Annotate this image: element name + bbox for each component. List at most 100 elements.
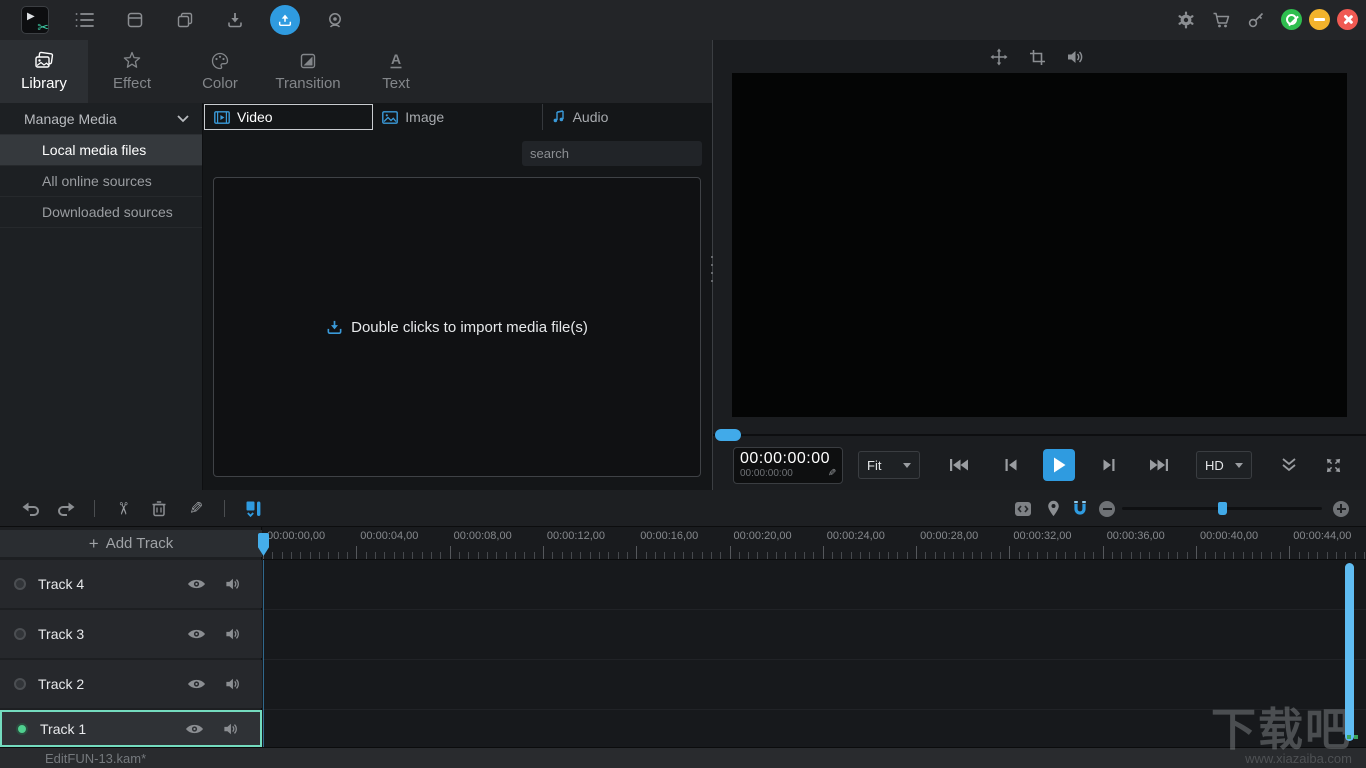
add-track-button[interactable]: + Add Track xyxy=(0,530,262,557)
undo-button[interactable] xyxy=(18,490,44,527)
track-radio[interactable] xyxy=(16,723,28,735)
track-mute-button[interactable] xyxy=(220,672,244,696)
track-row-4[interactable]: Track 4 xyxy=(0,560,262,608)
export-button[interactable] xyxy=(268,0,302,40)
tab-color[interactable]: Color xyxy=(176,40,264,103)
undo-icon xyxy=(22,501,40,517)
maximize-button[interactable] xyxy=(1281,9,1302,30)
ruler-tick xyxy=(991,552,992,559)
zoom-out-button[interactable] xyxy=(1094,490,1120,527)
snap-button[interactable] xyxy=(1067,490,1093,527)
transition-icon xyxy=(297,51,319,71)
ruler-tick xyxy=(1261,552,1262,559)
tab-transition[interactable]: Transition xyxy=(264,40,352,103)
track-row-3[interactable]: Track 3 xyxy=(0,610,262,658)
next-frame-button[interactable] xyxy=(1095,451,1123,479)
seek-bar[interactable] xyxy=(713,434,1366,436)
menu-button[interactable] xyxy=(68,0,102,40)
tab-audio[interactable]: Audio xyxy=(543,104,712,130)
play-button[interactable] xyxy=(1043,449,1075,481)
skip-end-button[interactable] xyxy=(1145,451,1173,479)
tab-library[interactable]: Library xyxy=(0,40,88,103)
marker-button[interactable] xyxy=(1040,490,1066,527)
edit-timecode-icon[interactable]: ✎ xyxy=(828,468,836,479)
ruler-tick xyxy=(552,552,553,559)
ruler-tick xyxy=(739,552,740,559)
import-dropzone[interactable]: Double clicks to import media file(s) xyxy=(213,177,701,477)
store-button[interactable] xyxy=(1204,0,1238,40)
track-row-2[interactable]: Track 2 xyxy=(0,660,262,708)
previous-frame-button[interactable] xyxy=(997,451,1025,479)
track-radio[interactable] xyxy=(14,578,26,590)
split-button[interactable] xyxy=(240,490,266,527)
tab-effect[interactable]: Effect xyxy=(88,40,176,103)
ruler-tick xyxy=(674,552,675,559)
timecode-current: 00:00:00:00 xyxy=(740,450,836,468)
ruler-tick xyxy=(1299,552,1300,559)
zoom-slider[interactable] xyxy=(1122,507,1322,510)
fullscreen-button[interactable] xyxy=(1319,451,1347,479)
manage-media-dropdown[interactable]: Manage Media xyxy=(0,103,202,135)
timeline-vertical-scrollbar[interactable] xyxy=(1345,563,1354,741)
timeline-ruler[interactable]: 00:00:00,0000:00:04,0000:00:08,0000:00:1… xyxy=(263,527,1366,560)
track-visibility-button[interactable] xyxy=(184,572,208,596)
ruler-tick xyxy=(944,552,945,559)
tab-text[interactable]: A Text xyxy=(352,40,440,103)
collapse-button[interactable] xyxy=(1275,451,1303,479)
ruler-tick xyxy=(366,552,367,559)
ruler-tick xyxy=(711,552,712,559)
ruler-tick xyxy=(338,552,339,559)
quality-dropdown[interactable]: HD xyxy=(1196,451,1252,479)
ruler-tick xyxy=(1000,552,1001,559)
fit-dropdown[interactable]: Fit xyxy=(858,451,920,479)
track-mute-button[interactable] xyxy=(220,572,244,596)
previous-frame-icon xyxy=(1004,457,1018,473)
zoom-in-button[interactable] xyxy=(1328,490,1354,527)
ruler-tick xyxy=(1075,552,1076,559)
ruler-tick xyxy=(1233,552,1234,559)
minimize-button[interactable] xyxy=(1309,9,1330,30)
tab-video[interactable]: Video xyxy=(204,104,373,130)
import-button[interactable] xyxy=(218,0,252,40)
sidebar-item-local-media[interactable]: Local media files xyxy=(0,135,202,166)
double-chevron-down-icon xyxy=(1280,457,1298,473)
record-button[interactable] xyxy=(318,0,352,40)
track-visibility-button[interactable] xyxy=(184,622,208,646)
search-input[interactable] xyxy=(530,146,706,161)
license-button[interactable] xyxy=(1239,0,1273,40)
crop-button[interactable] xyxy=(1027,47,1047,67)
tab-image[interactable]: Image xyxy=(373,104,542,130)
move-button[interactable] xyxy=(989,47,1009,67)
cut-button[interactable]: ✂ xyxy=(110,490,136,527)
ruler-tick xyxy=(1047,552,1048,559)
zoom-slider-handle[interactable] xyxy=(1218,502,1227,515)
track-row-1[interactable]: Track 1 xyxy=(0,710,262,747)
save-icon xyxy=(126,11,144,29)
save-as-button[interactable] xyxy=(168,0,202,40)
save-button[interactable] xyxy=(118,0,152,40)
close-button[interactable] xyxy=(1337,9,1358,30)
track-visibility-button[interactable] xyxy=(182,717,206,741)
seek-handle[interactable] xyxy=(715,429,741,441)
fit-timeline-button[interactable] xyxy=(1010,490,1036,527)
ruler-tick xyxy=(925,552,926,559)
redo-button[interactable] xyxy=(53,490,79,527)
sidebar-item-online-sources[interactable]: All online sources xyxy=(0,166,202,197)
track-mute-button[interactable] xyxy=(220,622,244,646)
preview-volume-button[interactable] xyxy=(1065,47,1085,67)
skip-start-button[interactable] xyxy=(945,451,973,479)
track-name: Track 2 xyxy=(38,676,84,692)
settings-button[interactable] xyxy=(1169,0,1203,40)
track-mute-button[interactable] xyxy=(218,717,242,741)
ruler-tick xyxy=(1317,552,1318,559)
edit-button[interactable]: ✎ xyxy=(183,490,209,527)
ruler-tick xyxy=(879,552,880,559)
track-visibility-button[interactable] xyxy=(184,672,208,696)
preview-screen[interactable] xyxy=(732,73,1347,417)
sidebar-item-downloaded-sources[interactable]: Downloaded sources xyxy=(0,197,202,228)
track-radio[interactable] xyxy=(14,628,26,640)
delete-button[interactable] xyxy=(146,490,172,527)
timecode-display[interactable]: 00:00:00:00 00:00:00:00 ✎ xyxy=(733,447,843,484)
timeline-lanes[interactable] xyxy=(263,560,1366,747)
track-radio[interactable] xyxy=(14,678,26,690)
